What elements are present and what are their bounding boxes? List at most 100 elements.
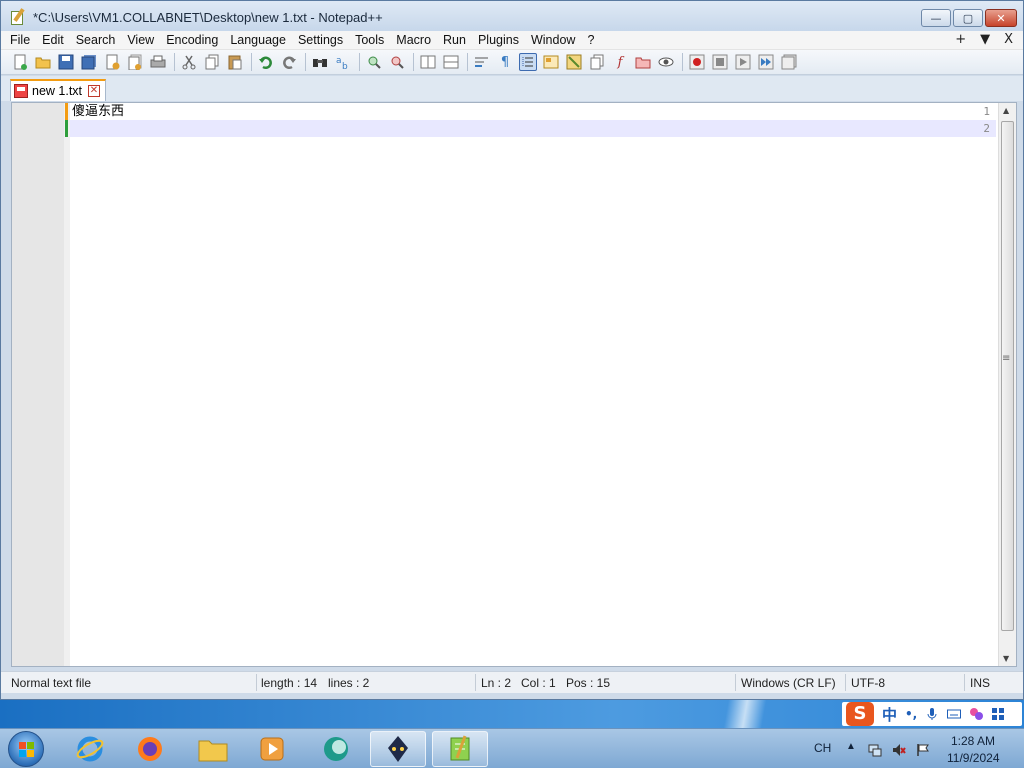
taskbar-firefox[interactable] [122,731,178,767]
file-explorer-icon [198,740,228,762]
paste-icon[interactable] [226,53,244,71]
title-bar[interactable]: *C:\Users\VM1.COLLABNET\Desktop\new 1.tx… [1,1,1023,33]
sogou-logo-icon[interactable]: S [846,702,874,726]
start-button[interactable] [8,731,44,767]
menu-language[interactable]: Language [224,33,292,47]
sync-vertical-icon[interactable] [419,53,437,71]
volume-muted-icon[interactable] [892,743,906,757]
doc-map-icon[interactable] [565,53,583,71]
menu-help[interactable]: ? [581,33,600,47]
cut-icon[interactable] [180,53,198,71]
function-list-icon[interactable]: f [611,53,629,71]
clock-date[interactable]: 11/9/2024 [947,751,1000,765]
menu-file[interactable]: File [1,33,36,47]
ime-mode-chinese[interactable]: 中 [882,704,897,725]
menu-plugins[interactable]: Plugins [472,33,525,47]
fold-margin[interactable] [64,103,70,666]
action-center-flag-icon[interactable] [916,743,930,757]
close-all-icon[interactable] [126,53,144,71]
microphone-icon[interactable] [925,707,939,721]
toolbar-separator [682,53,683,71]
menu-search[interactable]: Search [70,33,122,47]
save-macro-icon[interactable] [780,53,798,71]
menu-run[interactable]: Run [437,33,472,47]
toolbar-separator [305,53,306,71]
clock-time[interactable]: 1:28 AM [951,734,995,748]
zoom-out-icon[interactable] [388,53,406,71]
close-button[interactable]: ✕ [985,9,1017,27]
taskbar-explorer[interactable] [185,731,241,767]
status-insert-mode: INS [970,676,991,690]
monitoring-icon[interactable] [657,53,675,71]
scroll-down-icon[interactable]: ▼ [1003,654,1009,663]
close-file-icon[interactable] [103,53,121,71]
ime-toolbar[interactable]: S 中 •, [842,702,1022,726]
taskbar-notepadpp[interactable] [432,731,488,767]
sync-horizontal-icon[interactable] [442,53,460,71]
menu-tools[interactable]: Tools [349,33,390,47]
menu-macro[interactable]: Macro [390,33,437,47]
scroll-up-icon[interactable]: ▲ [1003,106,1009,115]
toolbox-grid-icon[interactable] [991,707,1005,721]
tab-new-1[interactable]: new 1.txt ✕ [10,79,106,101]
new-file-icon[interactable] [11,53,29,71]
tab-close-icon[interactable]: ✕ [88,85,100,97]
record-macro-icon[interactable] [688,53,706,71]
new-tab-plus-icon[interactable]: + [955,32,966,47]
firefox-icon [138,737,162,761]
ime-punctuation-icon[interactable]: •, [905,707,917,721]
doc-list-icon[interactable] [588,53,606,71]
replace-icon[interactable]: ab [334,53,352,71]
save-icon[interactable] [57,53,75,71]
toolbar-separator [413,53,414,71]
copy-icon[interactable] [203,53,221,71]
folder-workspace-icon[interactable] [634,53,652,71]
editor-pane[interactable]: 1 傻逼东西 2 ▲ ≡ ▼ [11,102,1017,667]
taskbar-media-player[interactable] [244,731,300,767]
keyboard-icon[interactable] [947,707,962,721]
svg-text:a: a [336,56,342,66]
menu-edit[interactable]: Edit [36,33,70,47]
scroll-grip-icon: ≡ [1002,353,1011,364]
stop-macro-icon[interactable] [711,53,729,71]
print-icon[interactable] [149,53,167,71]
windows-logo-icon [19,742,35,758]
notepadpp-icon [450,735,470,761]
udl-icon[interactable] [542,53,560,71]
show-hidden-icons-icon[interactable]: ▲ [846,741,856,752]
minimize-button[interactable]: — [921,9,951,27]
language-indicator[interactable]: CH [814,741,831,755]
zoom-in-icon[interactable] [365,53,383,71]
menu-settings[interactable]: Settings [292,33,349,47]
taskbar-app[interactable] [308,731,364,767]
taskbar: CH ▲ 1:28 AM 11/9/2024 [0,728,1024,768]
menu-view[interactable]: View [121,33,160,47]
line-number: 1 [983,105,990,118]
indent-guide-icon[interactable] [519,53,537,71]
open-file-icon[interactable] [34,53,52,71]
play-macro-icon[interactable] [734,53,752,71]
taskbar-app-robot[interactable] [370,731,426,767]
redo-icon[interactable] [280,53,298,71]
menu-encoding[interactable]: Encoding [160,33,224,47]
editor-line-1[interactable]: 傻逼东西 [72,103,124,120]
scroll-thumb[interactable] [1001,121,1014,631]
undo-icon[interactable] [257,53,275,71]
word-wrap-icon[interactable] [473,53,491,71]
network-icon[interactable] [868,743,882,757]
show-all-chars-icon[interactable]: ¶ [496,53,514,71]
close-doc-icon[interactable]: X [1004,32,1013,47]
find-icon[interactable] [311,53,329,71]
desktop-strip: S 中 •, [0,700,1024,728]
maximize-button[interactable]: ▢ [953,9,983,27]
tab-list-dropdown-icon[interactable]: ▼ [980,32,990,47]
menu-window[interactable]: Window [525,33,581,47]
skin-icon[interactable] [969,707,984,721]
run-macro-multiple-icon[interactable] [757,53,775,71]
saved-line-marker [65,120,68,137]
window-title: *C:\Users\VM1.COLLABNET\Desktop\new 1.tx… [33,9,383,25]
maximize-icon: ▢ [962,11,974,25]
save-all-icon[interactable] [80,53,98,71]
vertical-scrollbar[interactable]: ▲ ≡ ▼ [998,103,1016,666]
taskbar-ie[interactable] [62,731,118,767]
